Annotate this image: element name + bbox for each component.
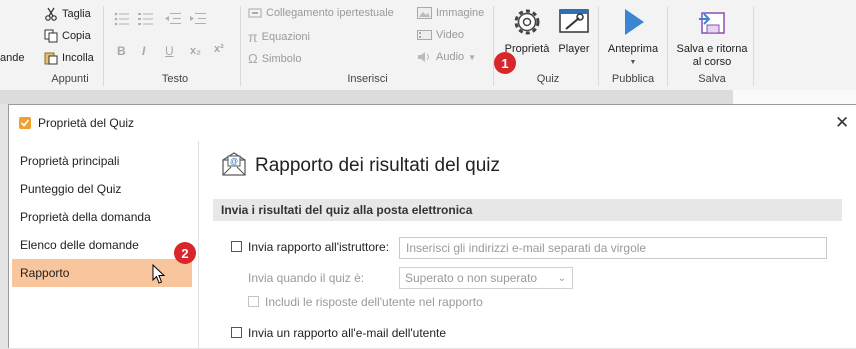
dialog-title: Proprietà del Quiz <box>38 116 135 130</box>
bullet-list-icon[interactable] <box>114 12 130 26</box>
paste-button[interactable]: Incolla <box>44 51 94 65</box>
send-when-label: Invia quando il quiz è: <box>248 271 365 285</box>
hyperlink-button[interactable]: Collegamento ipertestuale <box>248 7 394 19</box>
clipboard-partial-label: ande <box>0 52 25 64</box>
speaker-icon <box>418 52 429 62</box>
video-label: Video <box>436 29 464 41</box>
bold-button[interactable]: B <box>117 44 126 58</box>
quiz-properties-dialog: Proprietà del Quiz ✕ Proprietà principal… <box>8 104 856 349</box>
symbol-label: Simbolo <box>261 52 302 65</box>
step-badge-1: 1 <box>494 52 516 74</box>
player-label: Player <box>558 43 590 55</box>
sidebar-item-main-properties[interactable]: Proprietà principali <box>12 147 192 175</box>
group-label-clipboard: Appunti <box>51 73 89 85</box>
section-header: Invia i risultati del quiz alla posta el… <box>213 199 842 221</box>
paste-label: Incolla <box>62 52 94 64</box>
group-label-text: Testo <box>161 73 189 85</box>
paste-icon <box>44 52 58 65</box>
subscript-button[interactable]: x₂ <box>190 45 201 57</box>
ribbon-separator <box>103 6 104 86</box>
chevron-down-icon: ▼ <box>629 59 637 66</box>
copy-label: Copia <box>62 30 91 42</box>
send-user-checkbox[interactable] <box>231 327 242 338</box>
sidebar-item-question-list[interactable]: Elenco delle domande <box>12 231 192 259</box>
report-panel: @ Rapporto dei risultati del quiz Invia … <box>199 141 856 349</box>
link-icon <box>248 8 262 18</box>
group-label-publish: Pubblica <box>611 73 655 85</box>
sidebar-item-quiz-score[interactable]: Punteggio del Quiz <box>12 175 192 203</box>
dialog-sidebar: Proprietà principali Punteggio del Quiz … <box>9 141 198 349</box>
workspace-background-right <box>733 90 856 104</box>
page-title: Rapporto dei risultati del quiz <box>255 155 501 176</box>
ribbon: ande Taglia Copia Incolla Appunti B I U … <box>0 0 856 90</box>
save-return-icon <box>699 12 725 34</box>
sidebar-item-question-properties[interactable]: Proprietà della domanda <box>12 203 192 231</box>
copy-icon <box>44 29 58 43</box>
quiz-checkbox-icon <box>19 117 31 129</box>
omega-icon: Ω <box>248 51 258 66</box>
numbered-list-icon[interactable] <box>138 12 154 26</box>
ribbon-separator <box>598 6 599 86</box>
copy-button[interactable]: Copia <box>44 29 91 43</box>
video-button[interactable]: Video <box>417 29 464 41</box>
gear-icon <box>514 9 540 35</box>
audio-button[interactable]: Audio ▼ <box>417 51 476 63</box>
svg-text:@: @ <box>230 157 238 166</box>
preview-button[interactable]: Anteprima ▼ <box>605 5 661 69</box>
group-label-save: Salva <box>698 73 726 85</box>
symbol-button[interactable]: Ω Simbolo <box>248 51 301 66</box>
audio-label: Audio <box>436 51 465 63</box>
send-instructor-checkbox[interactable] <box>231 241 242 252</box>
send-instructor-label: Invia rapporto all'istruttore: <box>248 240 390 254</box>
underline-button[interactable]: U <box>165 44 174 58</box>
step-badge-2: 2 <box>174 242 196 264</box>
save-and-return-button[interactable]: Salva e ritorna al corso <box>672 5 752 69</box>
ribbon-separator <box>240 6 241 86</box>
chevron-down-icon: ▼ <box>468 52 477 62</box>
send-when-select[interactable]: Superato o non superato ⌄ <box>399 267 573 289</box>
superscript-button[interactable]: x² <box>214 43 224 55</box>
send-when-value: Superato o non superato <box>405 271 538 285</box>
image-label: Immagine <box>436 7 485 19</box>
save-line2: al corso <box>692 56 732 68</box>
ribbon-separator <box>667 6 668 86</box>
cut-button[interactable]: Taglia <box>44 7 91 21</box>
increase-indent-icon[interactable] <box>190 12 206 26</box>
include-answers-checkbox[interactable] <box>248 296 259 307</box>
include-answers-label: Includi le risposte dell'utente nel rapp… <box>265 295 483 309</box>
italic-button[interactable]: I <box>142 44 145 58</box>
send-user-label: Invia un rapporto all'e-mail dell'utente <box>248 326 447 340</box>
hyperlink-label: Collegamento ipertestuale <box>266 7 394 19</box>
video-icon <box>417 30 432 40</box>
ribbon-separator <box>493 6 494 86</box>
image-icon <box>417 7 432 19</box>
image-button[interactable]: Immagine <box>417 7 484 19</box>
close-icon[interactable]: ✕ <box>835 113 849 133</box>
play-icon <box>625 9 644 35</box>
save-line1: Salva e ritorna <box>676 43 748 55</box>
workspace-background <box>0 90 733 104</box>
player-button[interactable]: Player <box>554 5 594 56</box>
player-icon <box>559 9 589 33</box>
preview-label: Anteprima <box>607 43 659 55</box>
equations-button[interactable]: π Equazioni <box>248 29 310 45</box>
ribbon-separator <box>753 6 754 86</box>
decrease-indent-icon[interactable] <box>165 12 181 26</box>
properties-button[interactable]: Proprietà <box>503 5 551 56</box>
chevron-down-icon: ⌄ <box>557 273 566 284</box>
email-envelope-icon: @ <box>222 152 246 176</box>
group-label-quiz: Quiz <box>536 73 560 85</box>
instructor-email-input[interactable]: Inserisci gli indirizzi e-mail separati … <box>399 237 827 259</box>
cut-label: Taglia <box>62 8 91 20</box>
pi-icon: π <box>248 29 258 45</box>
scissors-icon <box>45 7 57 21</box>
dialog-titlebar: Proprietà del Quiz ✕ <box>9 105 856 141</box>
equations-label: Equazioni <box>261 31 310 43</box>
group-label-insert: Inserisci <box>347 73 388 85</box>
mouse-cursor-icon <box>152 264 166 284</box>
